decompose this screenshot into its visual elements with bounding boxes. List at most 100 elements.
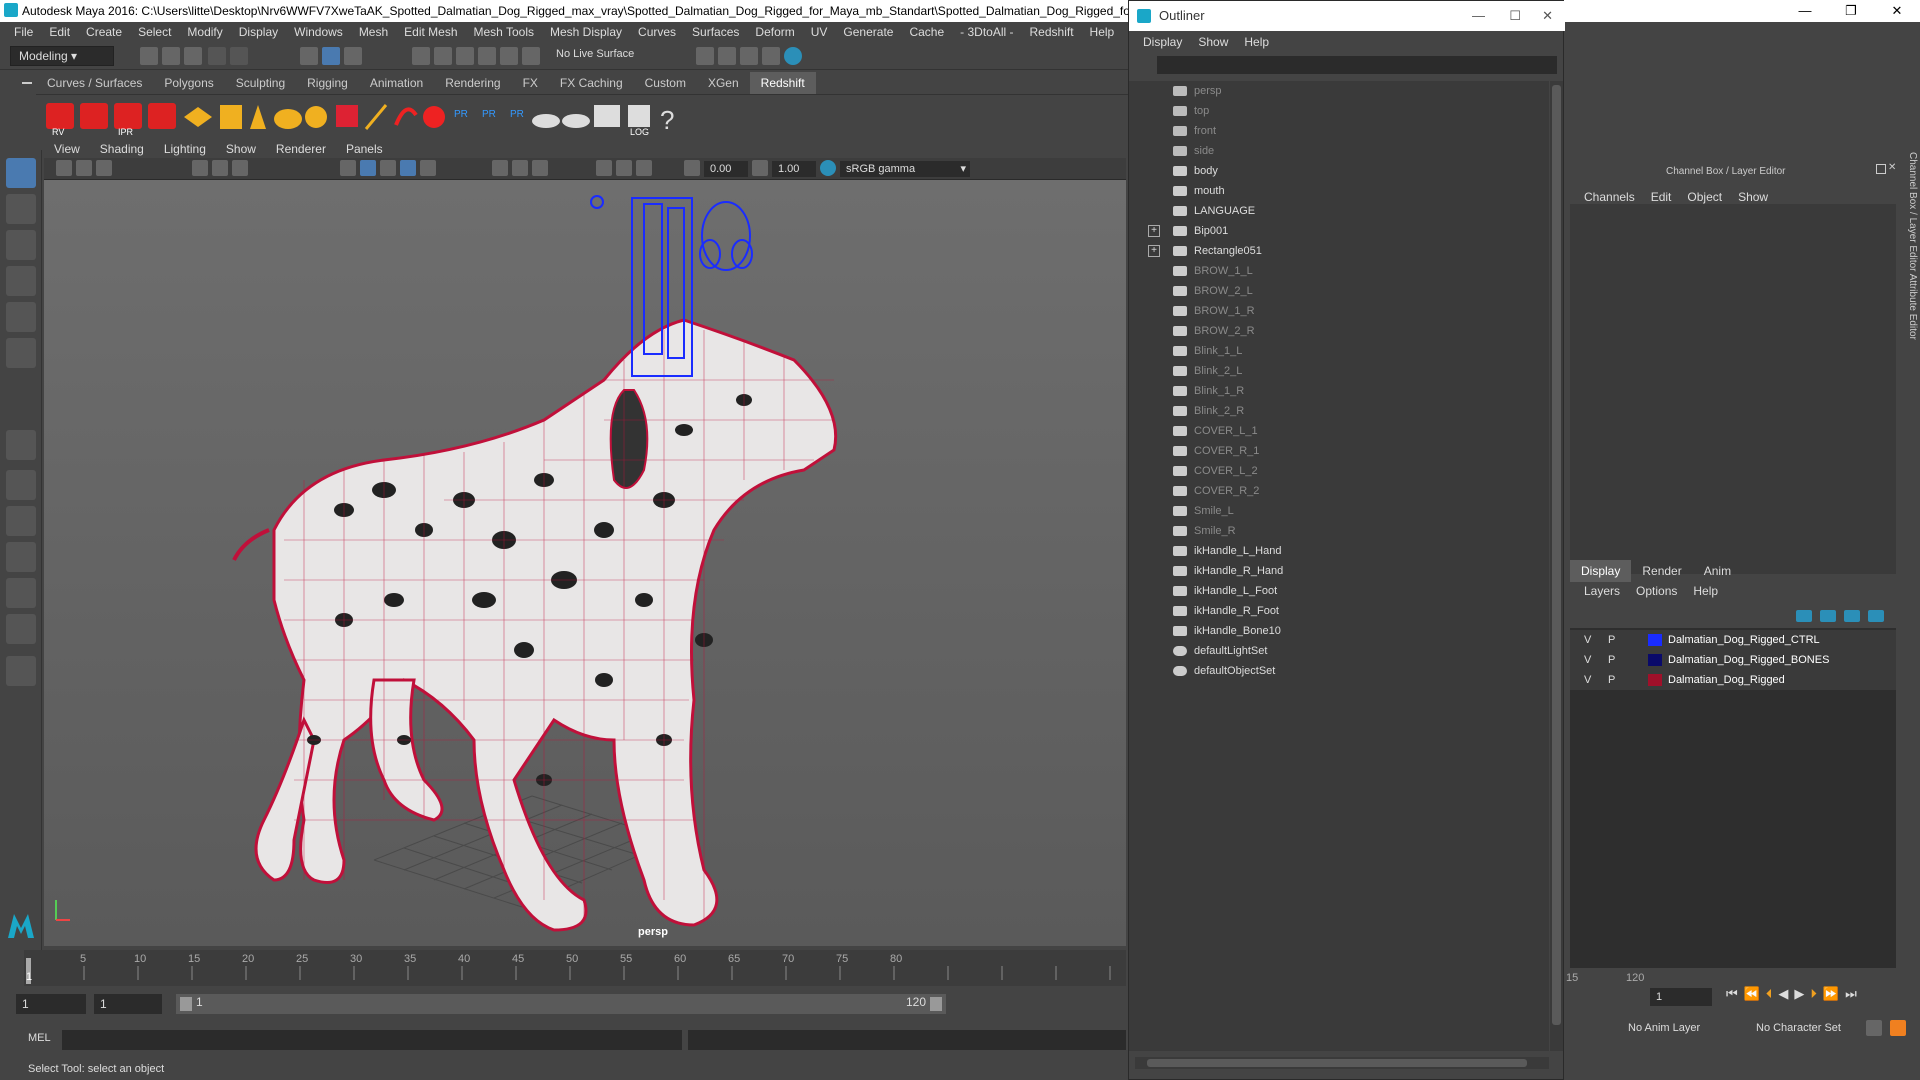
menu-modify[interactable]: Modify <box>179 22 230 42</box>
shadows-icon[interactable] <box>492 160 508 176</box>
snap-grid-icon[interactable] <box>412 47 430 65</box>
step-forward-key-icon[interactable]: ⏩ <box>1823 986 1839 1002</box>
menu-display[interactable]: Display <box>231 22 286 42</box>
layer-color-swatch[interactable] <box>1648 674 1662 686</box>
new-scene-icon[interactable] <box>140 47 158 65</box>
move-layer-down-icon[interactable] <box>1820 610 1836 622</box>
rs-curve-icon[interactable] <box>394 107 418 126</box>
outliner-item[interactable]: BROW_2_L <box>1129 281 1549 301</box>
layer-tab-anim[interactable]: Anim <box>1693 560 1742 582</box>
hypershade-icon[interactable] <box>784 47 802 65</box>
rs-tile-icon[interactable] <box>220 105 242 129</box>
outliner-maximize-button[interactable]: ☐ <box>1509 1 1521 31</box>
cb-menu-object[interactable]: Object <box>1679 190 1730 204</box>
rs-sphere-icon[interactable] <box>423 106 445 128</box>
layer-color-swatch[interactable] <box>1648 634 1662 646</box>
outliner-hscroll-thumb[interactable] <box>1147 1059 1527 1067</box>
rs-proxy-icon[interactable] <box>184 107 212 127</box>
gamma-field[interactable]: 1.00 <box>772 161 816 177</box>
menu-generate[interactable]: Generate <box>835 22 901 42</box>
outliner-minimize-button[interactable]: — <box>1472 1 1485 31</box>
cb-menu-edit[interactable]: Edit <box>1643 190 1680 204</box>
persp-graph-layout-icon[interactable] <box>6 542 36 572</box>
new-empty-layer-icon[interactable] <box>1844 610 1860 622</box>
rs-render-icon[interactable] <box>80 103 108 129</box>
outliner-item[interactable]: Blink_1_R <box>1129 381 1549 401</box>
layer-tab-render[interactable]: Render <box>1631 560 1692 582</box>
anim-layer-select[interactable]: No Anim Layer <box>1628 1022 1700 1034</box>
menu-cache[interactable]: Cache <box>901 22 952 42</box>
outliner-item[interactable]: ikHandle_R_Hand <box>1129 561 1549 581</box>
outliner-item[interactable]: Smile_R <box>1129 521 1549 541</box>
panel-menu-view[interactable]: View <box>44 140 90 158</box>
expand-icon[interactable]: + <box>1148 245 1160 257</box>
menu-edit-mesh[interactable]: Edit Mesh <box>396 22 465 42</box>
select-component-icon[interactable] <box>344 47 362 65</box>
menu-mesh[interactable]: Mesh <box>351 22 396 42</box>
menu-3dtoall[interactable]: - 3DtoAll - <box>952 22 1021 42</box>
layer-menu-options[interactable]: Options <box>1628 584 1685 598</box>
antialiasing-icon[interactable] <box>532 160 548 176</box>
outliner-item[interactable]: Blink_2_L <box>1129 361 1549 381</box>
shelf-tab-sculpting[interactable]: Sculpting <box>225 72 296 94</box>
menu-curves[interactable]: Curves <box>630 22 684 42</box>
outliner-hscrollbar[interactable] <box>1135 1057 1549 1069</box>
custom-layout-icon[interactable] <box>6 614 36 644</box>
step-back-key-icon[interactable]: ⏪ <box>1744 986 1760 1002</box>
shelf-tab-rigging[interactable]: Rigging <box>296 72 359 94</box>
close-panel-icon[interactable]: ✕ <box>1888 162 1896 173</box>
layer-tab-display[interactable]: Display <box>1570 560 1632 582</box>
playback-start-field[interactable]: 1 <box>94 994 162 1014</box>
outliner-item[interactable]: BROW_2_R <box>1129 321 1549 341</box>
layer-row[interactable]: V P Dalmatian_Dog_Rigged_CTRL <box>1570 630 1896 650</box>
menu-uv[interactable]: UV <box>803 22 836 42</box>
side-tabs[interactable]: Channel Box / Layer Editor Attribute Edi… <box>1898 152 1918 422</box>
outliner-close-button[interactable]: ✕ <box>1542 1 1553 31</box>
rs-ipr-icon[interactable] <box>114 103 142 129</box>
outliner-item[interactable]: LANGUAGE <box>1129 201 1549 221</box>
outliner-item[interactable]: BROW_1_R <box>1129 301 1549 321</box>
cb-menu-channels[interactable]: Channels <box>1576 190 1643 204</box>
render-settings-icon[interactable] <box>762 47 780 65</box>
mel-label[interactable]: MEL <box>28 1032 51 1044</box>
xray-icon[interactable] <box>616 160 632 176</box>
snap-vertex-icon[interactable] <box>522 47 540 65</box>
rs-help-icon[interactable]: ? <box>660 105 674 135</box>
select-object-icon[interactable] <box>322 47 340 65</box>
outliner-scroll-thumb[interactable] <box>1552 85 1561 1025</box>
menu-mesh-tools[interactable]: Mesh Tools <box>466 22 542 42</box>
command-input[interactable] <box>62 1030 682 1050</box>
outliner-item[interactable]: Blink_2_R <box>1129 401 1549 421</box>
shelf-tab-fx-caching[interactable]: FX Caching <box>549 72 634 94</box>
outliner-item[interactable]: + Bip001 <box>1129 221 1549 241</box>
outliner-item[interactable]: BROW_1_L <box>1129 261 1549 281</box>
layer-playback-toggle[interactable]: P <box>1608 630 1615 650</box>
move-tool-icon[interactable] <box>6 266 36 296</box>
outliner-item[interactable]: Smile_L <box>1129 501 1549 521</box>
menu-create[interactable]: Create <box>78 22 130 42</box>
outliner-item[interactable]: top <box>1129 101 1549 121</box>
current-frame-field[interactable]: 1 <box>1650 988 1712 1006</box>
outliner-item[interactable]: defaultLightSet <box>1129 641 1549 661</box>
outliner-item[interactable]: ikHandle_R_Foot <box>1129 601 1549 621</box>
camera-attributes-icon[interactable] <box>76 160 92 176</box>
rs-dome-light-icon[interactable] <box>274 109 302 129</box>
shelf-menu-icon[interactable] <box>22 82 32 84</box>
four-pane-layout-icon[interactable] <box>6 470 36 500</box>
select-hierarchy-icon[interactable] <box>300 47 318 65</box>
layer-row[interactable]: V P Dalmatian_Dog_Rigged_BONES <box>1570 650 1896 670</box>
move-layer-up-icon[interactable] <box>1796 610 1812 622</box>
outliner-item[interactable]: side <box>1129 141 1549 161</box>
range-slider[interactable]: 1 120 <box>176 994 946 1014</box>
smooth-shade-icon[interactable] <box>360 160 376 176</box>
menu-select[interactable]: Select <box>130 22 179 42</box>
float-panel-icon[interactable] <box>1876 164 1886 174</box>
rs-bowl-icon-1[interactable] <box>532 114 560 128</box>
live-surface-field[interactable]: No Live Surface <box>556 48 634 60</box>
shelf-tab-animation[interactable]: Animation <box>359 72 434 94</box>
shelf-tab-custom[interactable]: Custom <box>634 72 697 94</box>
minimize-button[interactable]: — <box>1782 0 1828 22</box>
shelf-tab-fx[interactable]: FX <box>512 72 549 94</box>
channel-box-area[interactable] <box>1570 204 1896 574</box>
single-pane-layout-icon[interactable] <box>6 430 36 460</box>
